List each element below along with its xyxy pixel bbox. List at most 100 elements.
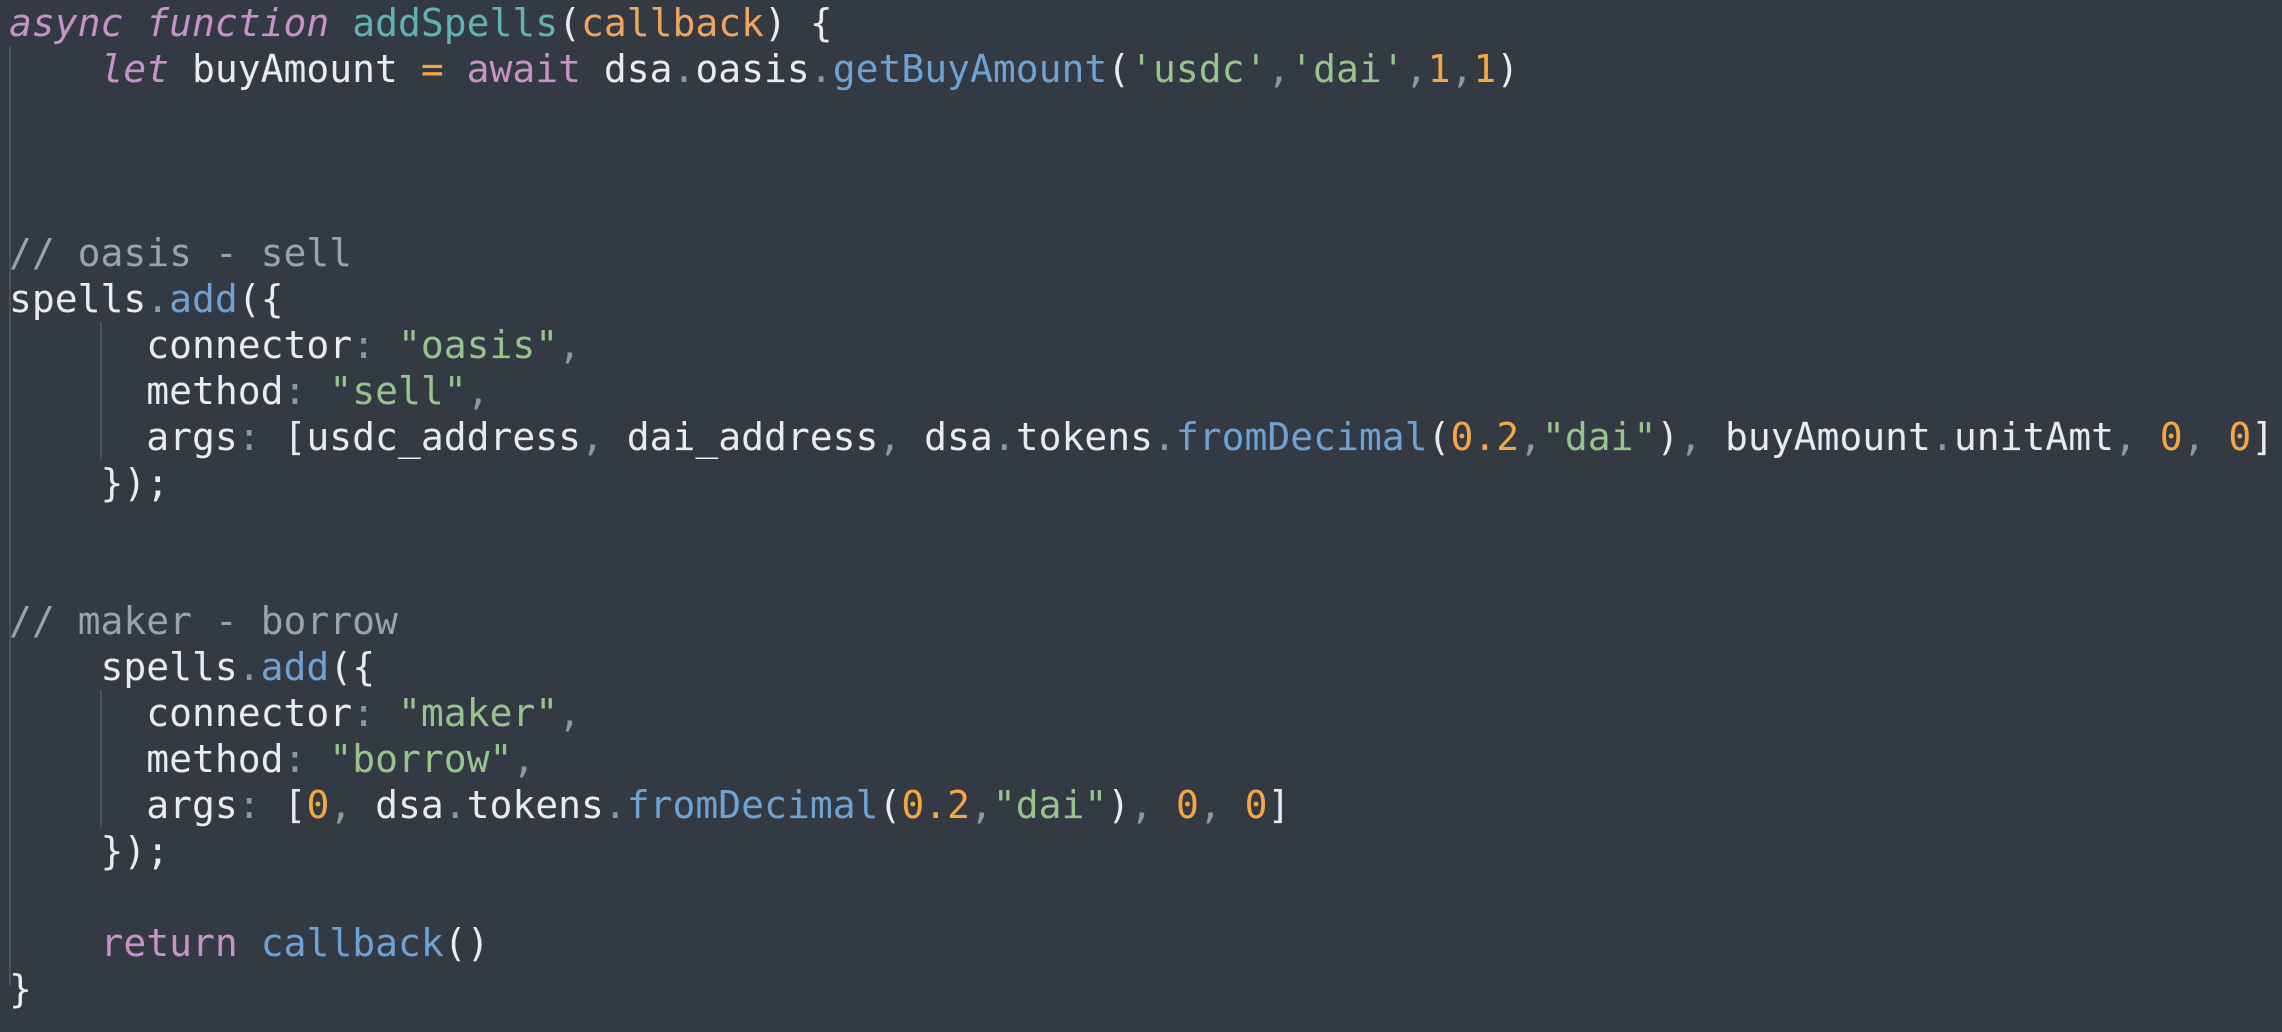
- code-token: ,: [580, 415, 627, 459]
- code-token: });: [9, 461, 170, 505]
- code-token: [usdc_address: [283, 415, 581, 459]
- code-token: ,: [512, 737, 536, 781]
- code-token: 1: [1427, 47, 1451, 91]
- code-line[interactable]: });: [9, 460, 2274, 506]
- code-token: tokens: [466, 783, 604, 827]
- code-token: [: [283, 783, 307, 827]
- code-token: let: [100, 47, 170, 91]
- code-token: dai_address: [626, 415, 879, 459]
- code-line[interactable]: async function addSpells(callback) {: [9, 0, 2274, 46]
- code-token: ,: [1198, 783, 1245, 827]
- code-token: args: [9, 415, 238, 459]
- code-line[interactable]: [9, 874, 2274, 920]
- code-area[interactable]: async function addSpells(callback) { let…: [9, 0, 2274, 1012]
- code-token: "sell": [329, 369, 467, 413]
- code-line[interactable]: [9, 184, 2274, 230]
- code-token: ,: [1130, 783, 1176, 827]
- code-token: "maker": [397, 691, 559, 735]
- code-token: 0.2: [1450, 415, 1520, 459]
- code-token: :: [237, 415, 284, 459]
- code-token: buyAmount: [169, 47, 421, 91]
- code-token: unitAmt: [1953, 415, 2114, 459]
- code-line[interactable]: [9, 138, 2274, 184]
- code-token: ,: [970, 783, 993, 827]
- code-token: (): [443, 921, 490, 965]
- code-token: // maker - borrow: [9, 599, 398, 643]
- code-line[interactable]: let buyAmount = await dsa.oasis.getBuyAm…: [9, 46, 2274, 92]
- code-token: ): [1656, 415, 1680, 459]
- code-line[interactable]: connector: "maker",: [9, 690, 2274, 736]
- code-token: callback: [260, 921, 444, 965]
- code-token: fromDecimal: [1175, 415, 1428, 459]
- code-token: buyAmount: [1725, 415, 1931, 459]
- code-token: "dai": [1541, 415, 1657, 459]
- code-token: spells: [9, 645, 238, 689]
- code-token: return: [100, 921, 238, 965]
- code-line[interactable]: method: "sell",: [9, 368, 2274, 414]
- code-line[interactable]: spells.add({: [9, 644, 2274, 690]
- code-line[interactable]: spells.add({: [9, 276, 2274, 322]
- code-token: 0: [306, 783, 330, 827]
- code-line[interactable]: // maker - borrow: [9, 598, 2274, 644]
- code-token: ,: [2113, 415, 2160, 459]
- code-token: :: [352, 691, 398, 735]
- code-token: oasis: [695, 47, 810, 91]
- code-token: 0: [1244, 783, 1268, 827]
- code-token: getBuyAmount: [832, 47, 1108, 91]
- code-line[interactable]: args: [0, dsa.tokens.fromDecimal(0.2,"da…: [9, 782, 2274, 828]
- code-token: method: [9, 369, 284, 413]
- code-token: 0: [2228, 415, 2252, 459]
- code-token: .: [237, 645, 261, 689]
- code-editor[interactable]: async function addSpells(callback) { let…: [0, 0, 2282, 1032]
- code-token: }: [9, 967, 32, 1011]
- code-line[interactable]: connector: "oasis",: [9, 322, 2274, 368]
- code-line[interactable]: [9, 552, 2274, 598]
- code-token: add: [260, 645, 330, 689]
- code-token: ,: [466, 369, 490, 413]
- code-token: await: [466, 47, 581, 91]
- code-token: ,: [878, 415, 925, 459]
- code-line[interactable]: [9, 506, 2274, 552]
- code-token: ,: [558, 323, 581, 367]
- code-token: .: [1930, 415, 1954, 459]
- code-line[interactable]: }: [9, 966, 2274, 1012]
- code-token: (: [878, 783, 902, 827]
- code-token: dsa: [375, 783, 444, 827]
- code-token: ,: [558, 691, 581, 735]
- code-token: (: [1427, 415, 1451, 459]
- code-token: method: [9, 737, 284, 781]
- code-token: add: [169, 277, 238, 321]
- code-line[interactable]: // oasis - sell: [9, 230, 2274, 276]
- code-token: args: [9, 783, 238, 827]
- code-line[interactable]: });: [9, 828, 2274, 874]
- code-token: :: [283, 737, 330, 781]
- code-token: (: [1107, 47, 1131, 91]
- code-token: async: [9, 1, 124, 45]
- code-token: tokens: [1015, 415, 1153, 459]
- code-line[interactable]: return callback(): [9, 920, 2274, 966]
- code-line[interactable]: [9, 92, 2274, 138]
- code-line[interactable]: method: "borrow",: [9, 736, 2274, 782]
- code-token: // oasis - sell: [9, 231, 353, 275]
- code-token: ]: [2251, 415, 2275, 459]
- code-token: 0: [1175, 783, 1199, 827]
- code-line[interactable]: args: [usdc_address, dai_address, dsa.to…: [9, 414, 2274, 460]
- code-token: addSpells: [352, 1, 559, 45]
- code-token: 1: [1473, 47, 1497, 91]
- code-token: ({: [237, 277, 284, 321]
- code-token: .: [146, 277, 170, 321]
- code-token: .: [443, 783, 467, 827]
- code-token: ) {: [764, 1, 833, 45]
- code-token: "oasis": [397, 323, 559, 367]
- code-token: =: [420, 47, 444, 91]
- code-token: function: [146, 1, 330, 45]
- code-token: ,: [2182, 415, 2229, 459]
- code-token: connector: [9, 691, 353, 735]
- code-token: "dai": [992, 783, 1108, 827]
